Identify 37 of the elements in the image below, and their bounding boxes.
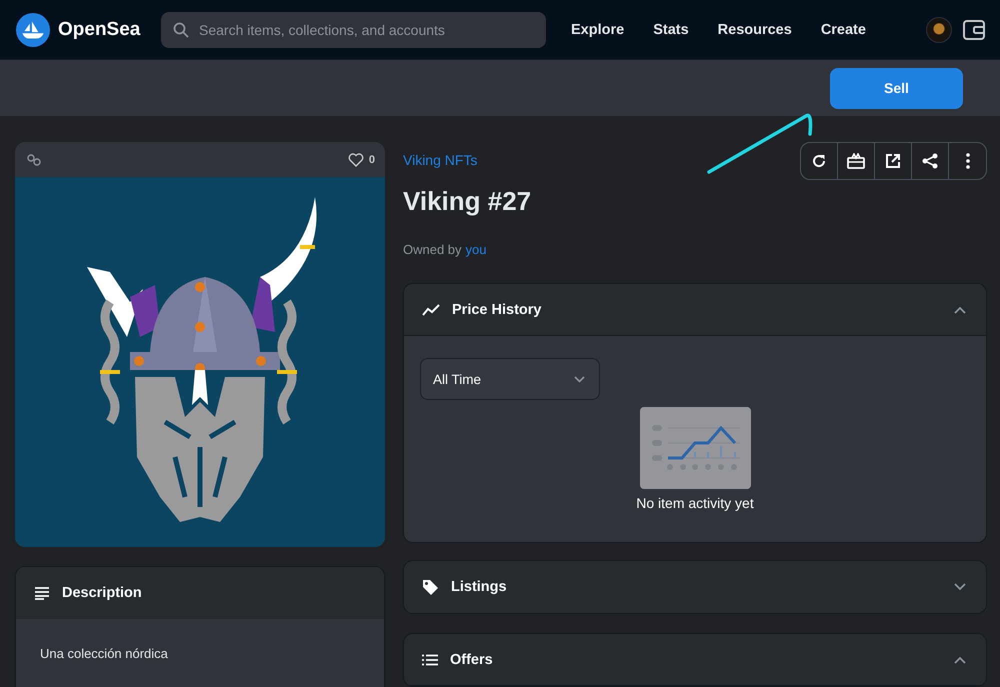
search-icon [173,22,189,38]
logo-text[interactable]: OpenSea [58,18,140,40]
gift-icon [847,153,865,169]
chevron-down-icon [574,376,585,382]
panel-title: Price History [452,302,542,318]
panel-title: Offers [450,652,493,668]
nav-link[interactable]: Create [804,22,878,38]
refresh-icon [811,153,827,169]
external-link-icon [885,153,901,169]
share-icon [922,153,938,169]
more-vertical-icon [966,153,970,169]
nav-link[interactable]: Stats [636,22,701,38]
item-title: Viking #27 [403,186,532,217]
empty-state-text: No item activity yet [636,495,754,511]
owner-link[interactable]: you [466,242,487,257]
description-text: Una colección nórdica [40,646,168,661]
panel-title: Description [62,585,142,601]
nav-link[interactable]: Resources [700,22,804,38]
collection-link[interactable]: Viking NFTs [403,152,478,168]
profile-avatar[interactable] [926,16,952,42]
time-range-dropdown[interactable]: All Time [420,358,600,400]
trend-line-icon [422,304,440,316]
sell-button[interactable]: Sell [830,68,963,108]
wallet-icon[interactable] [962,18,986,42]
chain-icon [27,154,41,166]
list-icon [422,654,438,666]
heart-icon[interactable] [348,152,364,166]
tag-icon [422,578,439,596]
owner-label: Owned by [403,242,462,257]
empty-chart-illustration-icon [640,407,750,489]
search-field[interactable]: Search items, collections, and accounts [161,12,546,48]
like-count: 0 [368,154,375,166]
nav-link[interactable]: Explore [554,22,636,38]
text-lines-icon [34,586,50,600]
accordion-header[interactable]: Price History [404,284,986,336]
panel-title: Listings [451,579,507,595]
sailboat-logo-icon[interactable] [16,12,50,46]
